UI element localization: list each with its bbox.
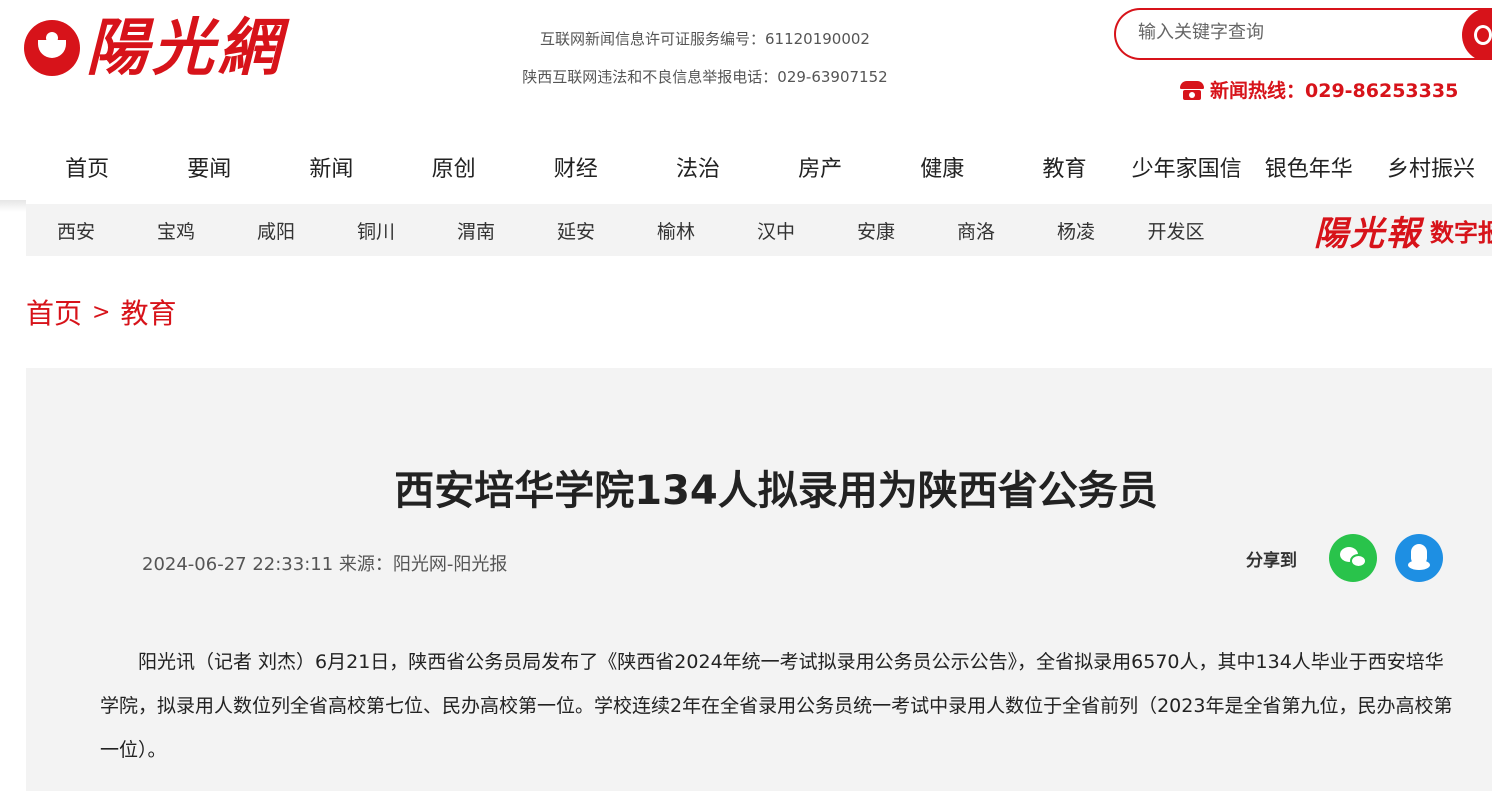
- nav-item-education[interactable]: 教育: [1003, 140, 1125, 200]
- search-input[interactable]: [1138, 22, 1438, 43]
- breadcrumb-current[interactable]: 教育: [120, 292, 176, 332]
- nav-item-news[interactable]: 新闻: [270, 140, 392, 200]
- license-number: 互联网新闻信息许可证服务编号：61120190002: [540, 30, 870, 48]
- article-panel: 西安培华学院134人拟录用为陕西省公务员 2024-06-27 22:33:11…: [26, 368, 1492, 791]
- region-item-tongchuan[interactable]: 铜川: [326, 217, 426, 244]
- paper-logo: 陽光報: [1314, 213, 1422, 254]
- article-body: 阳光讯（记者 刘杰）6月21日，陕西省公务员局发布了《陕西省2024年统一考试拟…: [100, 651, 1453, 761]
- report-phone: 陕西互联网违法和不良信息举报电话：029-63907152: [522, 68, 888, 86]
- share-bar: 分享到: [1246, 534, 1443, 582]
- site-logo[interactable]: 陽光網: [24, 8, 284, 88]
- breadcrumb: 首页 > 教育: [26, 292, 176, 332]
- region-item-baoji[interactable]: 宝鸡: [126, 217, 226, 244]
- nav-item-finance[interactable]: 财经: [515, 140, 637, 200]
- main-nav: 首页 要闻 新闻 原创 财经 法治 房产 健康 教育 少年家国信 银色年华 乡村…: [26, 140, 1492, 200]
- article-meta: 2024-06-27 22:33:11 来源：阳光网-阳光报: [142, 554, 508, 575]
- hotline-text: 新闻热线：029-86253335: [1210, 80, 1459, 102]
- region-item-yulin[interactable]: 榆林: [626, 217, 726, 244]
- nav-item-silver-age[interactable]: 银色年华: [1248, 140, 1370, 200]
- search-button[interactable]: [1462, 10, 1492, 58]
- nav-item-rural[interactable]: 乡村振兴: [1370, 140, 1492, 200]
- region-nav: 西安 宝鸡 咸阳 铜川 渭南 延安 榆林 汉中 安康 商洛 杨凌 开发区 陽光報…: [26, 204, 1492, 256]
- breadcrumb-home[interactable]: 首页: [26, 292, 82, 332]
- nav-item-health[interactable]: 健康: [881, 140, 1003, 200]
- search-box: [1114, 8, 1492, 60]
- region-item-weinan[interactable]: 渭南: [426, 217, 526, 244]
- nav-item-home[interactable]: 首页: [26, 140, 148, 200]
- wechat-share-button[interactable]: [1329, 534, 1377, 582]
- logo-mark-icon: [24, 20, 80, 76]
- region-item-yangling[interactable]: 杨凌: [1026, 217, 1126, 244]
- license-info: 互联网新闻信息许可证服务编号：61120190002 陕西互联网违法和不良信息举…: [480, 20, 930, 96]
- nav-item-law[interactable]: 法治: [637, 140, 759, 200]
- article-title: 西安培华学院134人拟录用为陕西省公务员: [394, 468, 1158, 514]
- logo-text: 陽光網: [86, 11, 285, 84]
- region-item-shangluo[interactable]: 商洛: [926, 217, 1026, 244]
- region-item-hanzhong[interactable]: 汉中: [726, 217, 826, 244]
- news-hotline: 新闻热线：029-86253335: [1180, 76, 1458, 103]
- region-item-dev-zone[interactable]: 开发区: [1126, 217, 1226, 244]
- sub-nav-shadow: [0, 200, 26, 212]
- paper-suffix: 数字报: [1430, 218, 1492, 247]
- search-icon: [1474, 25, 1492, 45]
- phone-icon: [1180, 80, 1204, 100]
- digital-paper-link[interactable]: 陽光報 数字报: [1314, 204, 1492, 256]
- region-item-yanan[interactable]: 延安: [526, 217, 626, 244]
- region-item-ankang[interactable]: 安康: [826, 217, 926, 244]
- share-label: 分享到: [1246, 550, 1297, 571]
- nav-item-real-estate[interactable]: 房产: [759, 140, 881, 200]
- nav-item-original[interactable]: 原创: [393, 140, 515, 200]
- nav-item-headlines[interactable]: 要闻: [148, 140, 270, 200]
- breadcrumb-separator: >: [92, 299, 111, 325]
- region-item-xianyang[interactable]: 咸阳: [226, 217, 326, 244]
- nav-item-youth[interactable]: 少年家国信: [1126, 140, 1248, 200]
- region-item-xian[interactable]: 西安: [26, 217, 126, 244]
- qq-share-button[interactable]: [1395, 534, 1443, 582]
